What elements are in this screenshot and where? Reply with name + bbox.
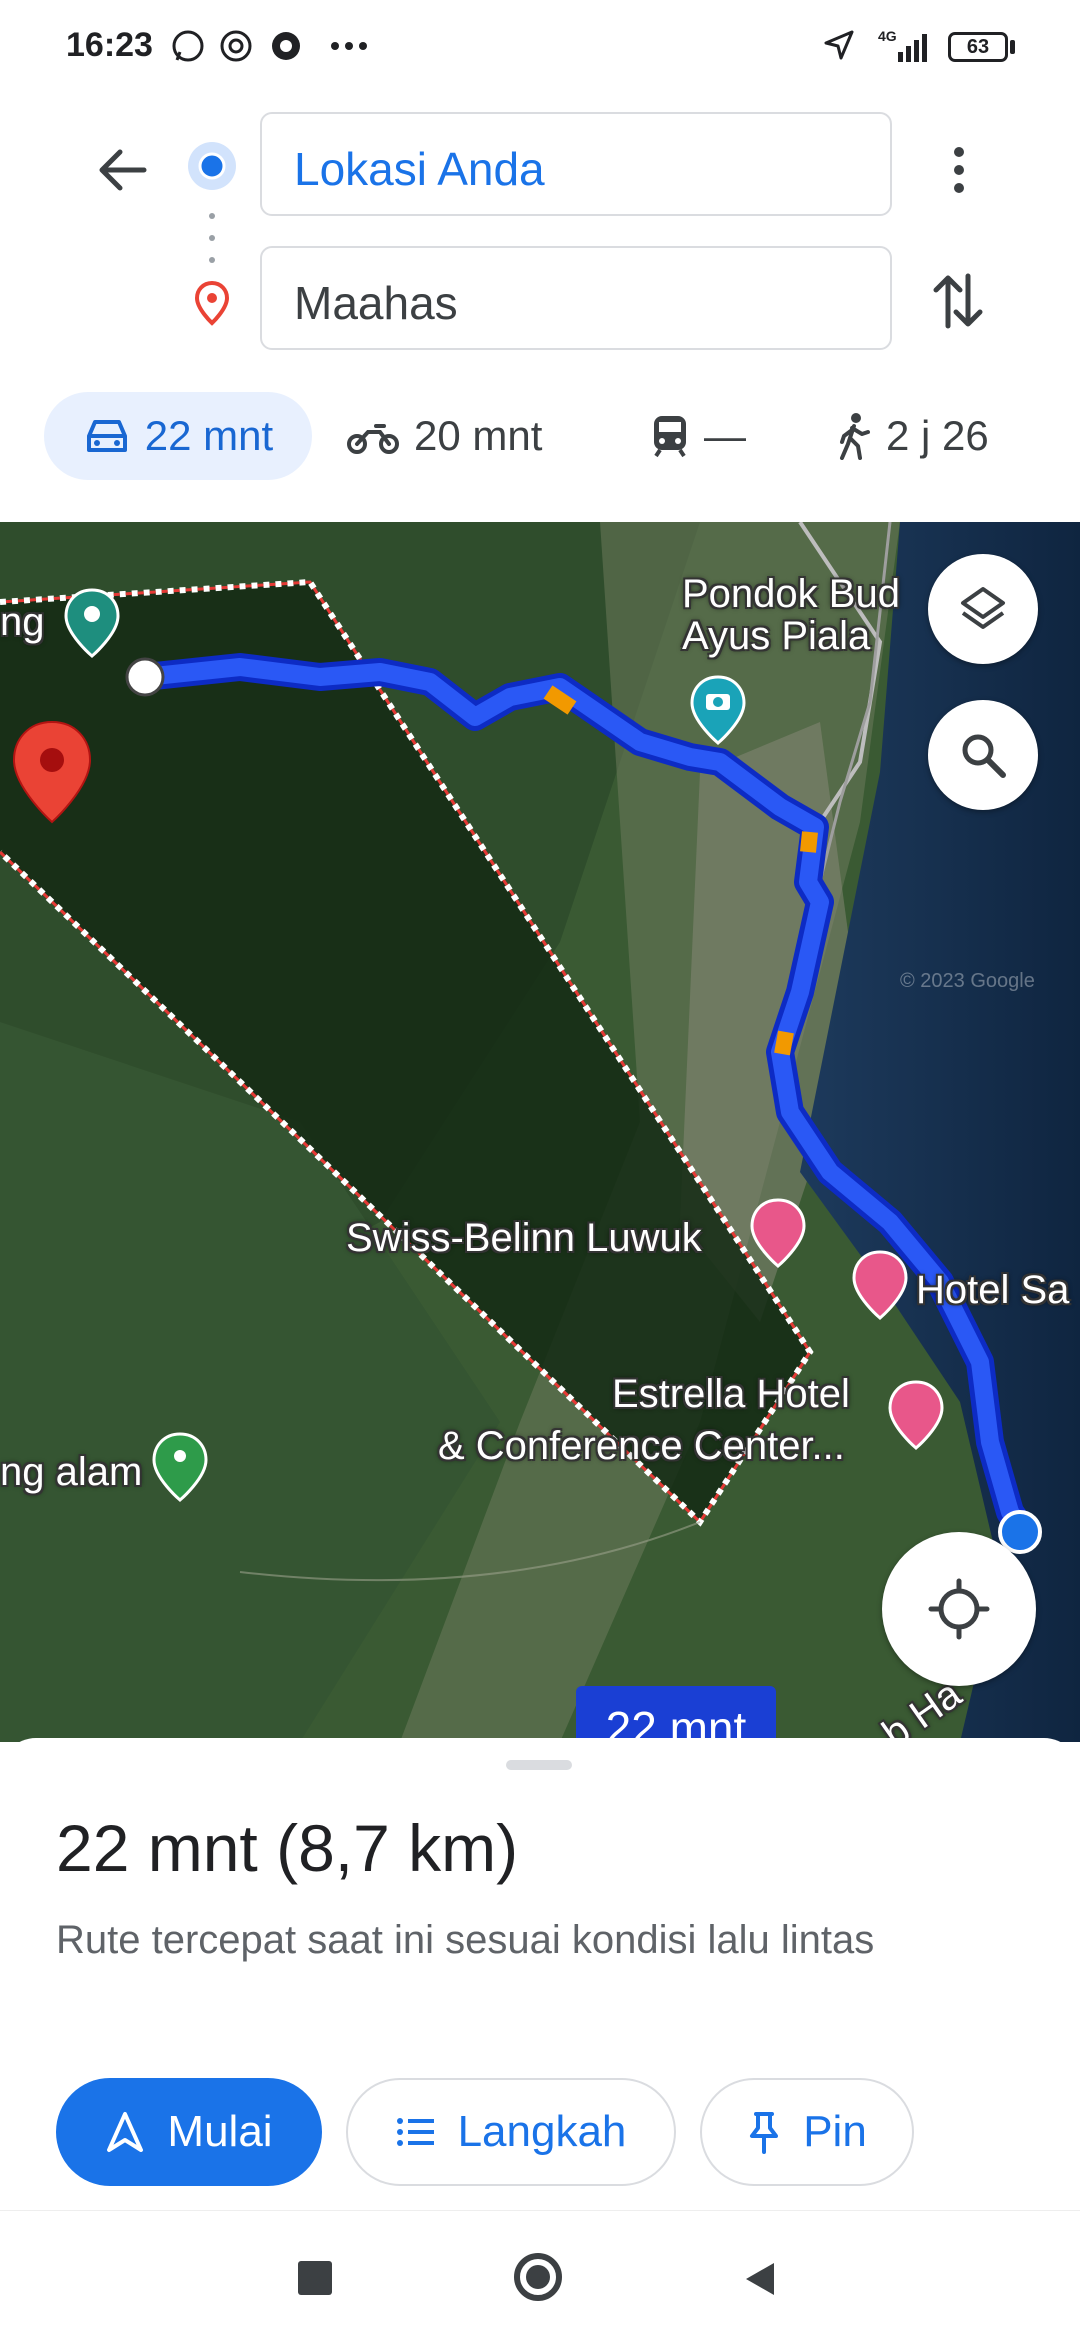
status-bar: 16:23 4G 63 <box>0 0 1080 100</box>
battery-tip <box>1010 40 1015 54</box>
layers-icon <box>961 587 1005 629</box>
home-dot <box>526 2265 550 2289</box>
pin-icon <box>750 2112 779 2154</box>
origin-text: Lokasi Anda <box>294 143 545 195</box>
swap-icon[interactable] <box>930 270 986 332</box>
route-duration-badge[interactable]: 22 mnt <box>576 1686 776 1742</box>
search-icon <box>962 734 1006 778</box>
destination-field[interactable]: Maahas <box>260 246 892 350</box>
map-search-button[interactable] <box>928 700 1038 810</box>
system-nav-bar <box>0 2210 1080 2341</box>
recents-button[interactable] <box>298 2261 332 2295</box>
crosshair-icon <box>928 1578 990 1640</box>
signal-icon <box>898 34 927 62</box>
steps-button[interactable]: Langkah <box>346 2078 676 2186</box>
route-summary: 22 mnt (8,7 km) <box>56 1811 519 1885</box>
my-location-button[interactable] <box>882 1532 1036 1686</box>
walk-icon <box>840 413 870 460</box>
mode-walk-tab[interactable]: 2 j 26 <box>836 392 989 480</box>
origin-field[interactable]: Lokasi Anda <box>260 112 892 216</box>
pin-button-label: Pin <box>803 2107 867 2156</box>
list-icon <box>396 2118 434 2146</box>
whatsapp-icon <box>172 30 204 62</box>
map-label-swiss: Swiss-Belinn Luwuk <box>346 1216 702 1260</box>
navigation-arrow-icon <box>107 2112 144 2152</box>
destination-pin-icon <box>194 280 230 326</box>
mode-transit-label: — <box>704 412 746 459</box>
map-label-ng-alam: ng alam <box>0 1450 143 1494</box>
mode-transit-tab[interactable]: — <box>650 392 746 480</box>
battery-level: 63 <box>966 35 990 58</box>
origin-dot-icon <box>188 142 236 190</box>
directions-header: Lokasi Anda Maahas 22 mnt 20 mnt — 2 j 2… <box>0 100 1080 520</box>
map-label-pondok-1: Pondok Bud <box>682 572 900 616</box>
more-dots-icon <box>331 42 367 50</box>
mode-car-tab[interactable]: 22 mnt <box>44 392 312 480</box>
mode-motorcycle-tab[interactable]: 20 mnt <box>346 392 542 480</box>
chrome-icon <box>272 32 300 60</box>
home-button[interactable] <box>514 2253 562 2301</box>
status-time: 16:23 <box>66 26 153 64</box>
back-arrow-icon[interactable] <box>94 142 150 198</box>
pin-button[interactable]: Pin <box>700 2078 914 2186</box>
map-label-ng: ng <box>0 600 45 644</box>
start-button-label: Mulai <box>167 2107 273 2156</box>
map-view[interactable]: ng Pondok Bud Ayus Piala © 2023 Google S… <box>0 522 1080 1742</box>
car-icon <box>86 420 127 452</box>
battery-icon: 63 <box>948 32 1008 62</box>
steps-button-label: Langkah <box>457 2107 627 2156</box>
map-label-estrella-1: Estrella Hotel <box>612 1372 850 1416</box>
layers-button[interactable] <box>928 554 1038 664</box>
location-arrow-icon <box>824 30 854 60</box>
motorcycle-icon <box>347 424 399 454</box>
map-label-hotel-sa: Hotel Sa <box>916 1268 1070 1312</box>
train-icon <box>654 416 686 458</box>
sheet-drag-handle[interactable] <box>506 1760 572 1770</box>
route-dots <box>209 213 215 263</box>
mode-walk-label: 2 j 26 <box>886 412 989 459</box>
back-button[interactable] <box>742 2259 778 2299</box>
route-description: Rute tercepat saat ini sesuai kondisi la… <box>56 1918 875 1962</box>
more-vert-icon[interactable] <box>944 142 974 198</box>
mode-motorcycle-label: 20 mnt <box>414 412 543 459</box>
threads-icon <box>220 30 252 62</box>
destination-text: Maahas <box>294 277 458 329</box>
map-label-estrella-2: & Conference Center... <box>438 1424 845 1468</box>
start-button[interactable]: Mulai <box>56 2078 322 2186</box>
map-label-pondok-2: Ayus Piala <box>682 614 871 658</box>
mode-car-label: 22 mnt <box>144 412 274 459</box>
map-copyright: © 2023 Google <box>900 970 1035 992</box>
route-sheet: 22 mnt (8,7 km) Rute tercepat saat ini s… <box>0 1738 1080 2210</box>
